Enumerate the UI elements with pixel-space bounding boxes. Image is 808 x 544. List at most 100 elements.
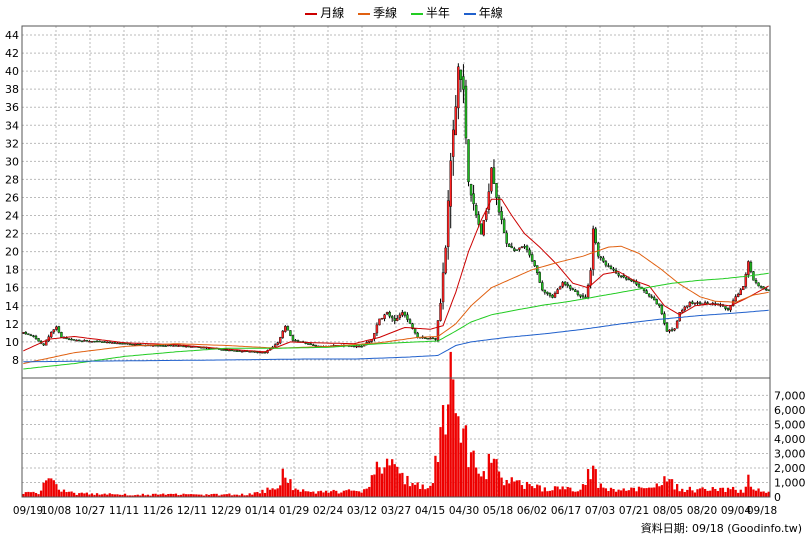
candle-body [60, 332, 63, 338]
candle-body [612, 268, 615, 271]
volume-bar [299, 491, 302, 497]
date-tick-label: 10/08 [41, 505, 71, 517]
volume-bar [45, 480, 48, 497]
volume-bar [85, 492, 89, 497]
candle-body [566, 283, 569, 287]
volume-bar [57, 489, 61, 497]
candle-body [543, 289, 547, 293]
volume-bar [691, 490, 694, 497]
candle-body [88, 340, 91, 343]
volume-bar [289, 479, 292, 497]
candle-body [706, 302, 709, 304]
volume-bar [556, 486, 559, 497]
price-tick-label: 38 [5, 83, 19, 96]
volume-bar [444, 434, 447, 497]
candle-body [602, 257, 605, 262]
date-tick-label: 11/11 [109, 505, 139, 517]
candle-body [459, 69, 463, 80]
candle-body [291, 335, 295, 341]
volume-bar [253, 492, 256, 497]
candle-body [574, 289, 577, 292]
candle-body [390, 316, 394, 319]
volume-bar [693, 492, 697, 497]
candle-body [477, 214, 480, 225]
volume-bar [327, 492, 330, 497]
candle-body [469, 184, 473, 196]
candle-body [223, 349, 226, 351]
volume-bar [65, 492, 68, 497]
volume-tick-label: 2,000 [774, 462, 806, 475]
candle-body [627, 278, 631, 281]
volume-bar [324, 490, 328, 497]
volume-tick-label: 7,000 [774, 389, 806, 402]
date-tick-label: 03/27 [381, 505, 411, 517]
volume-bar [681, 488, 684, 497]
volume-bar [607, 491, 610, 497]
volume-bar [706, 490, 709, 497]
volume-bar [24, 492, 27, 497]
volume-bar [640, 487, 643, 497]
legend-item-year[interactable]: 年線 [463, 4, 503, 21]
price-tick-label: 34 [5, 119, 19, 132]
candle-body [258, 351, 262, 354]
volume-bar [543, 487, 546, 497]
legend-item-halfyear[interactable]: 半年 [410, 4, 450, 21]
volume-bar [541, 491, 544, 497]
candle-body [571, 288, 575, 290]
candle-body [563, 281, 567, 285]
volume-bar [373, 474, 376, 497]
volume-bar [558, 489, 562, 497]
candle-body [309, 343, 312, 346]
legend-item-month[interactable]: 月線 [305, 4, 344, 21]
volume-bar [586, 469, 590, 497]
volume-bar [464, 425, 468, 497]
candle-body [401, 312, 404, 316]
volume-bar [335, 490, 338, 497]
legend-item-quarter[interactable]: 季線 [358, 4, 397, 21]
candle-body [520, 246, 524, 249]
volume-bar [459, 442, 463, 497]
price-gridlines [22, 26, 770, 378]
candle-body [95, 340, 99, 343]
volume-bar [42, 482, 45, 497]
volume-bar [391, 459, 394, 497]
candle-body [584, 296, 587, 299]
volume-bar [421, 484, 424, 497]
volume-bar [762, 491, 765, 497]
date-tick-label: 10/27 [75, 505, 105, 517]
candle-body [279, 337, 282, 344]
legend-label: 月線 [320, 6, 345, 20]
volume-bar [55, 484, 58, 497]
candle-body [355, 345, 358, 348]
volume-bar [571, 491, 574, 497]
volume-bar [569, 487, 572, 497]
price-tick-label: 18 [5, 264, 19, 277]
volume-bar [663, 476, 666, 497]
price-tick-label: 8 [12, 354, 19, 367]
volume-bar [296, 489, 300, 497]
candle-body [75, 339, 78, 342]
volume-bar [505, 479, 508, 497]
volume-bar [714, 488, 717, 497]
candle-body [538, 272, 541, 283]
volume-bar [701, 487, 704, 497]
candle-body [683, 306, 686, 311]
candle-body [32, 335, 35, 337]
volume-bar [363, 489, 366, 497]
candle-body [485, 211, 488, 220]
date-tick-label: 02/24 [313, 505, 344, 517]
candle-body [426, 337, 430, 340]
date-tick-label: 01/29 [279, 505, 309, 517]
date-tick-label: 04/15 [415, 505, 445, 517]
candle-body [546, 291, 549, 294]
volume-bar [703, 488, 707, 497]
volume-bar [655, 483, 658, 497]
candle-body [357, 345, 361, 348]
date-tick-label: 12/29 [211, 505, 241, 517]
candle-body [467, 139, 470, 183]
volume-bar [609, 487, 613, 497]
candle-body [44, 340, 48, 346]
candle-body [551, 294, 554, 298]
legend-swatch-year [463, 12, 476, 15]
candle-body [681, 309, 684, 313]
